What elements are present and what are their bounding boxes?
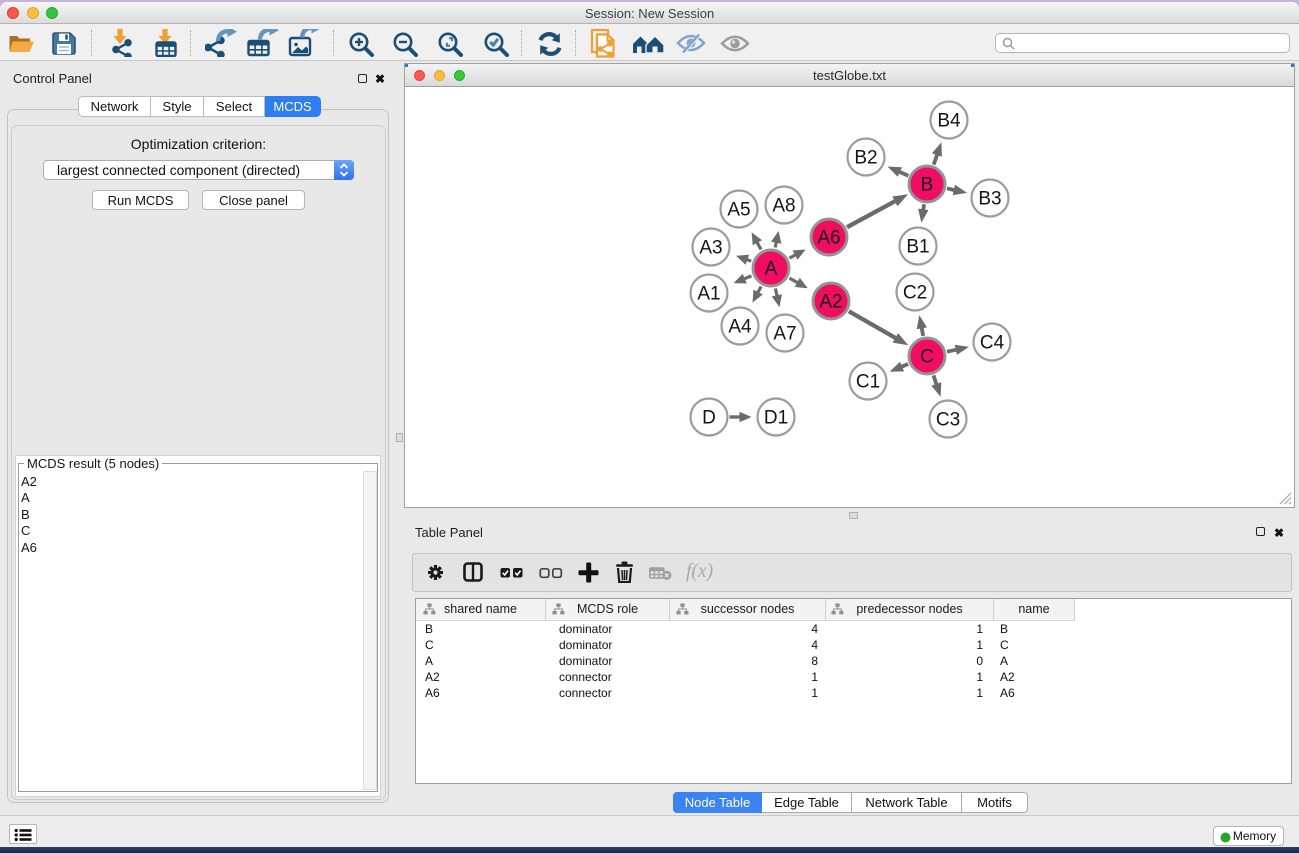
- svg-text:D: D: [702, 408, 716, 429]
- svg-text:B2: B2: [854, 148, 877, 169]
- svg-text:C2: C2: [903, 283, 927, 304]
- svg-text:A6: A6: [817, 228, 840, 249]
- svg-text:B1: B1: [906, 237, 929, 258]
- svg-text:C: C: [920, 347, 934, 368]
- svg-text:D1: D1: [764, 408, 788, 429]
- svg-text:A2: A2: [819, 292, 842, 313]
- svg-text:A5: A5: [727, 200, 750, 221]
- svg-text:A1: A1: [697, 284, 720, 305]
- svg-text:C3: C3: [936, 410, 960, 431]
- svg-text:A8: A8: [772, 196, 795, 217]
- svg-text:A3: A3: [699, 238, 722, 259]
- svg-text:A4: A4: [728, 317, 752, 338]
- svg-text:C1: C1: [856, 372, 880, 393]
- svg-text:C4: C4: [980, 333, 1005, 354]
- svg-text:A7: A7: [773, 324, 796, 345]
- svg-text:B4: B4: [937, 111, 961, 132]
- svg-text:B: B: [921, 175, 934, 196]
- svg-text:B3: B3: [978, 189, 1001, 210]
- svg-text:A: A: [765, 259, 778, 280]
